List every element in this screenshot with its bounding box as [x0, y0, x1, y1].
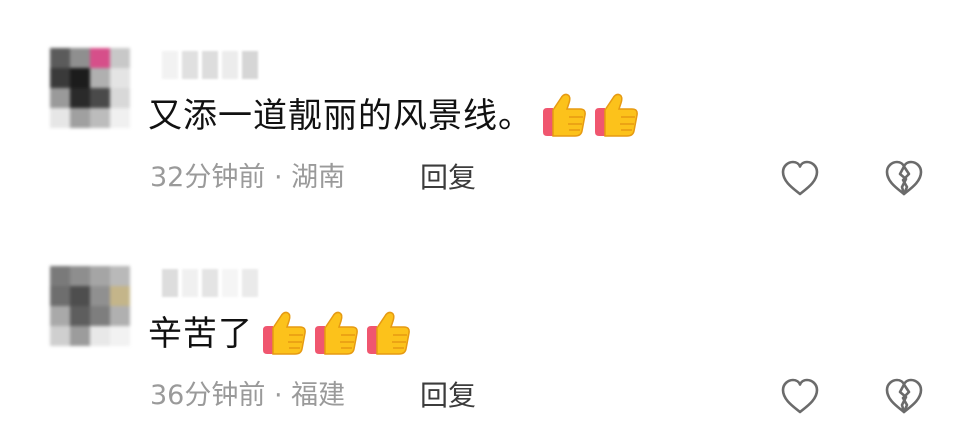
- thumbs-up-icon: [363, 310, 413, 358]
- comment-meta: 36分钟前 · 福建: [150, 378, 345, 414]
- avatar-pixel: [70, 326, 90, 346]
- comment-meta: 32分钟前 · 湖南: [150, 160, 345, 196]
- avatar-pixel: [90, 326, 110, 346]
- avatar-pixel: [110, 306, 130, 326]
- thumbs-up-icon: [539, 92, 589, 140]
- avatar-pixel: [110, 286, 130, 306]
- avatar-pixel: [50, 286, 70, 306]
- like-icon[interactable]: [780, 160, 820, 198]
- nick-pixel: [242, 269, 258, 297]
- nick-pixel: [182, 269, 198, 297]
- comment-content: 辛苦了: [148, 310, 413, 358]
- avatar-pixel: [50, 306, 70, 326]
- avatar-pixel: [90, 286, 110, 306]
- comment-text: 辛苦了: [148, 314, 253, 354]
- comment-item: 辛苦了 36分钟前 · 福建 回复: [0, 262, 961, 437]
- meta-separator: ·: [273, 380, 283, 411]
- nick-pixel: [242, 51, 258, 79]
- avatar-pixel: [110, 326, 130, 346]
- avatar-pixel: [90, 108, 110, 128]
- avatar-pixel: [110, 108, 130, 128]
- avatar-pixel: [110, 48, 130, 68]
- comment-time: 32分钟前: [150, 162, 266, 193]
- avatar-pixel: [50, 68, 70, 88]
- reply-button[interactable]: 回复: [420, 160, 476, 196]
- avatar-pixel: [90, 306, 110, 326]
- avatar-pixel: [50, 326, 70, 346]
- avatar-pixel: [70, 68, 90, 88]
- nick-pixel: [222, 51, 238, 79]
- comment-text: 又添一道靓丽的风景线。: [148, 96, 533, 136]
- broken-heart-icon[interactable]: [884, 378, 924, 416]
- avatar-pixel: [110, 88, 130, 108]
- comment-time: 36分钟前: [150, 380, 266, 411]
- avatar-pixel: [90, 68, 110, 88]
- meta-separator: ·: [273, 162, 283, 193]
- thumbs-up-emojis: [259, 310, 413, 358]
- thumbs-up-icon: [311, 310, 361, 358]
- username-blurred[interactable]: [162, 269, 282, 299]
- nick-pixel: [202, 51, 218, 79]
- like-icon[interactable]: [780, 378, 820, 416]
- avatar-pixel: [50, 48, 70, 68]
- comment-location: 福建: [291, 380, 346, 411]
- broken-heart-icon[interactable]: [884, 160, 924, 198]
- nick-pixel: [222, 269, 238, 297]
- avatar-pixel: [70, 108, 90, 128]
- avatar-pixel: [70, 306, 90, 326]
- nick-pixel: [182, 51, 198, 79]
- reply-button[interactable]: 回复: [420, 378, 476, 414]
- avatar-pixel: [50, 266, 70, 286]
- avatar-pixel: [50, 108, 70, 128]
- avatar[interactable]: [50, 266, 130, 346]
- avatar-pixel: [110, 266, 130, 286]
- avatar-pixel: [70, 88, 90, 108]
- thumbs-up-icon: [591, 92, 641, 140]
- nick-pixel: [162, 269, 178, 297]
- thumbs-up-icon: [259, 310, 309, 358]
- comment-content: 又添一道靓丽的风景线。: [148, 92, 641, 140]
- nick-pixel: [162, 51, 178, 79]
- comment-item: 又添一道靓丽的风景线。 32分钟前 · 湖南 回复: [0, 44, 961, 214]
- avatar-pixel: [90, 48, 110, 68]
- avatar-pixel: [50, 88, 70, 108]
- thumbs-up-emojis: [539, 92, 641, 140]
- avatar-pixel: [70, 286, 90, 306]
- avatar-pixel: [70, 266, 90, 286]
- avatar-pixel: [70, 48, 90, 68]
- avatar-pixel: [90, 88, 110, 108]
- comment-location: 湖南: [291, 162, 346, 193]
- avatar-pixel: [110, 68, 130, 88]
- nick-pixel: [202, 269, 218, 297]
- avatar-pixel: [90, 266, 110, 286]
- username-blurred[interactable]: [162, 51, 282, 81]
- avatar[interactable]: [50, 48, 130, 128]
